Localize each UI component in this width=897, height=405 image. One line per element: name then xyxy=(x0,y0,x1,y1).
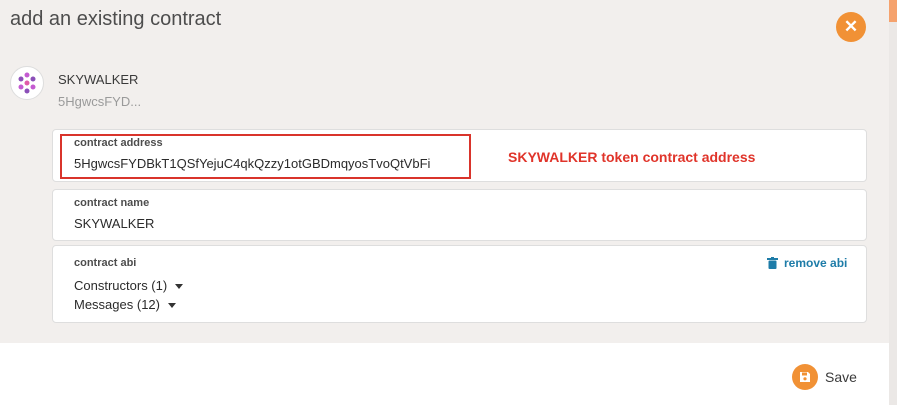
account-name: SKYWALKER xyxy=(58,72,139,87)
save-label: Save xyxy=(825,369,857,385)
save-icon xyxy=(792,364,818,390)
contract-name-field[interactable]: contract name SKYWALKER xyxy=(52,189,867,241)
modal-title: add an existing contract xyxy=(10,8,222,30)
account-identicon xyxy=(10,66,44,100)
caret-down-icon xyxy=(175,284,184,290)
constructors-label: Constructors (1) xyxy=(74,278,168,293)
address-highlight-box xyxy=(60,134,471,179)
messages-expander[interactable]: Messages (12) xyxy=(74,297,176,312)
add-contract-modal: add an existing contract ✕ SKYWALKER 5Hg… xyxy=(0,0,889,343)
contract-abi-label: contract abi xyxy=(74,257,137,269)
messages-label: Messages (12) xyxy=(74,297,160,312)
constructors-expander[interactable]: Constructors (1) xyxy=(74,278,184,293)
caret-down-icon xyxy=(167,303,176,309)
background-page-edge xyxy=(889,0,897,405)
close-button[interactable]: ✕ xyxy=(836,12,866,42)
trash-icon xyxy=(767,257,778,269)
address-annotation: SKYWALKER token contract address xyxy=(508,149,756,165)
contract-name-input[interactable]: SKYWALKER xyxy=(74,216,154,231)
contract-abi-field: contract abi Constructors (1) Messages (… xyxy=(52,245,867,323)
contract-name-label: contract name xyxy=(74,197,150,209)
remove-abi-button[interactable]: remove abi xyxy=(767,256,847,270)
background-accent-edge xyxy=(889,0,897,22)
remove-abi-label: remove abi xyxy=(784,256,848,270)
close-icon: ✕ xyxy=(843,17,859,36)
save-button[interactable]: Save xyxy=(792,364,857,390)
account-address: 5HgwcsFYD... xyxy=(58,94,142,109)
